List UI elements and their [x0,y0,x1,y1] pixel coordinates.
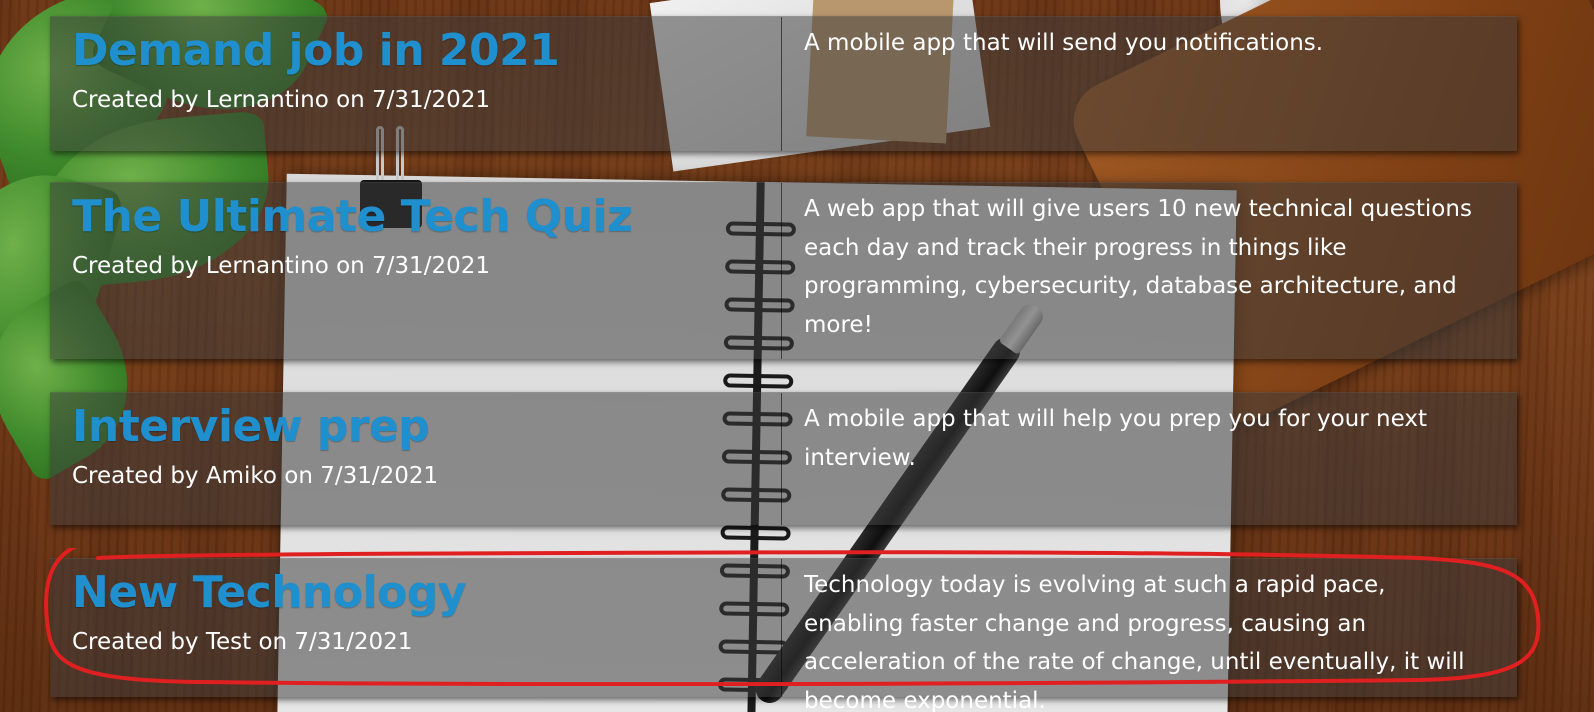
project-description: Technology today is evolving at such a r… [804,572,1465,712]
project-card-body: A mobile app that will send you notifica… [782,17,1517,151]
project-card[interactable]: The Ultimate Tech Quiz Created by Lernan… [50,182,1517,359]
project-description: A mobile app that will help you prep you… [804,406,1427,471]
page-background: Demand job in 2021 Created by Lernantino… [0,0,1594,712]
project-card-header: The Ultimate Tech Quiz Created by Lernan… [50,183,782,359]
project-card-header: Demand job in 2021 Created by Lernantino… [50,17,782,151]
project-card[interactable]: Interview prep Created by Amiko on 7/31/… [50,392,1517,525]
project-card[interactable]: Demand job in 2021 Created by Lernantino… [50,16,1517,151]
project-created-by: Created by Lernantino on 7/31/2021 [72,253,490,279]
project-created-by: Created by Amiko on 7/31/2021 [72,463,439,489]
project-created-by: Created by Lernantino on 7/31/2021 [72,87,490,113]
project-title-link[interactable]: Interview prep [72,401,781,453]
project-card-header: New Technology Created by Test on 7/31/2… [50,559,782,697]
project-title-link[interactable]: Demand job in 2021 [72,25,781,77]
project-created-by: Created by Test on 7/31/2021 [72,629,413,655]
project-description: A web app that will give users 10 new te… [804,196,1472,338]
project-description: A mobile app that will send you notifica… [804,30,1324,56]
project-card-header: Interview prep Created by Amiko on 7/31/… [50,393,782,525]
project-card-body: A mobile app that will help you prep you… [782,393,1517,525]
project-card-highlighted[interactable]: New Technology Created by Test on 7/31/2… [50,558,1517,712]
project-title-link[interactable]: New Technology [72,567,781,619]
project-card-body: Technology today is evolving at such a r… [782,559,1517,712]
project-title-link[interactable]: The Ultimate Tech Quiz [72,191,781,243]
project-card-body: A web app that will give users 10 new te… [782,183,1517,359]
